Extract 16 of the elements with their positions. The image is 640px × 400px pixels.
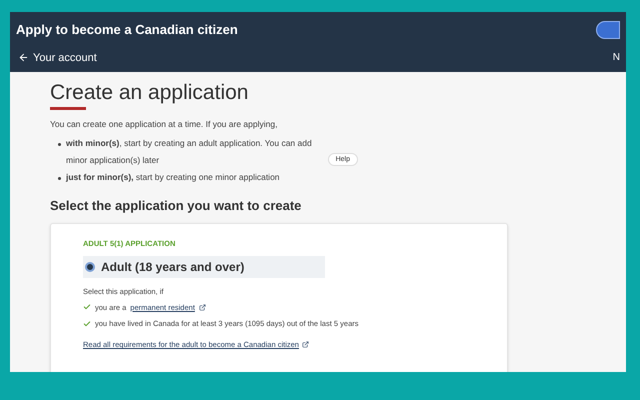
heading-underline: [50, 107, 86, 110]
section-title: Select the application you want to create: [50, 196, 302, 215]
bullet-icon: [58, 176, 61, 180]
back-link[interactable]: Your account: [16, 50, 97, 66]
menu-pill[interactable]: [596, 20, 620, 39]
bullet-text: just for minor(s), start by creating one minor application: [66, 170, 280, 184]
app-title: Apply to become a Canadian citizen: [16, 21, 238, 39]
external-link-icon: [302, 341, 309, 348]
header-link[interactable]: N: [612, 50, 620, 66]
bullet-icon: [58, 142, 61, 146]
adult-option[interactable]: Adult (18 years and over): [83, 256, 325, 278]
page-heading: Create an application: [50, 82, 250, 103]
back-arrow-icon: [18, 52, 29, 64]
external-link-icon: [198, 304, 206, 311]
intro-text: You can create one application at a time. If you are applying,: [50, 118, 278, 131]
radio-button[interactable]: [85, 262, 95, 272]
